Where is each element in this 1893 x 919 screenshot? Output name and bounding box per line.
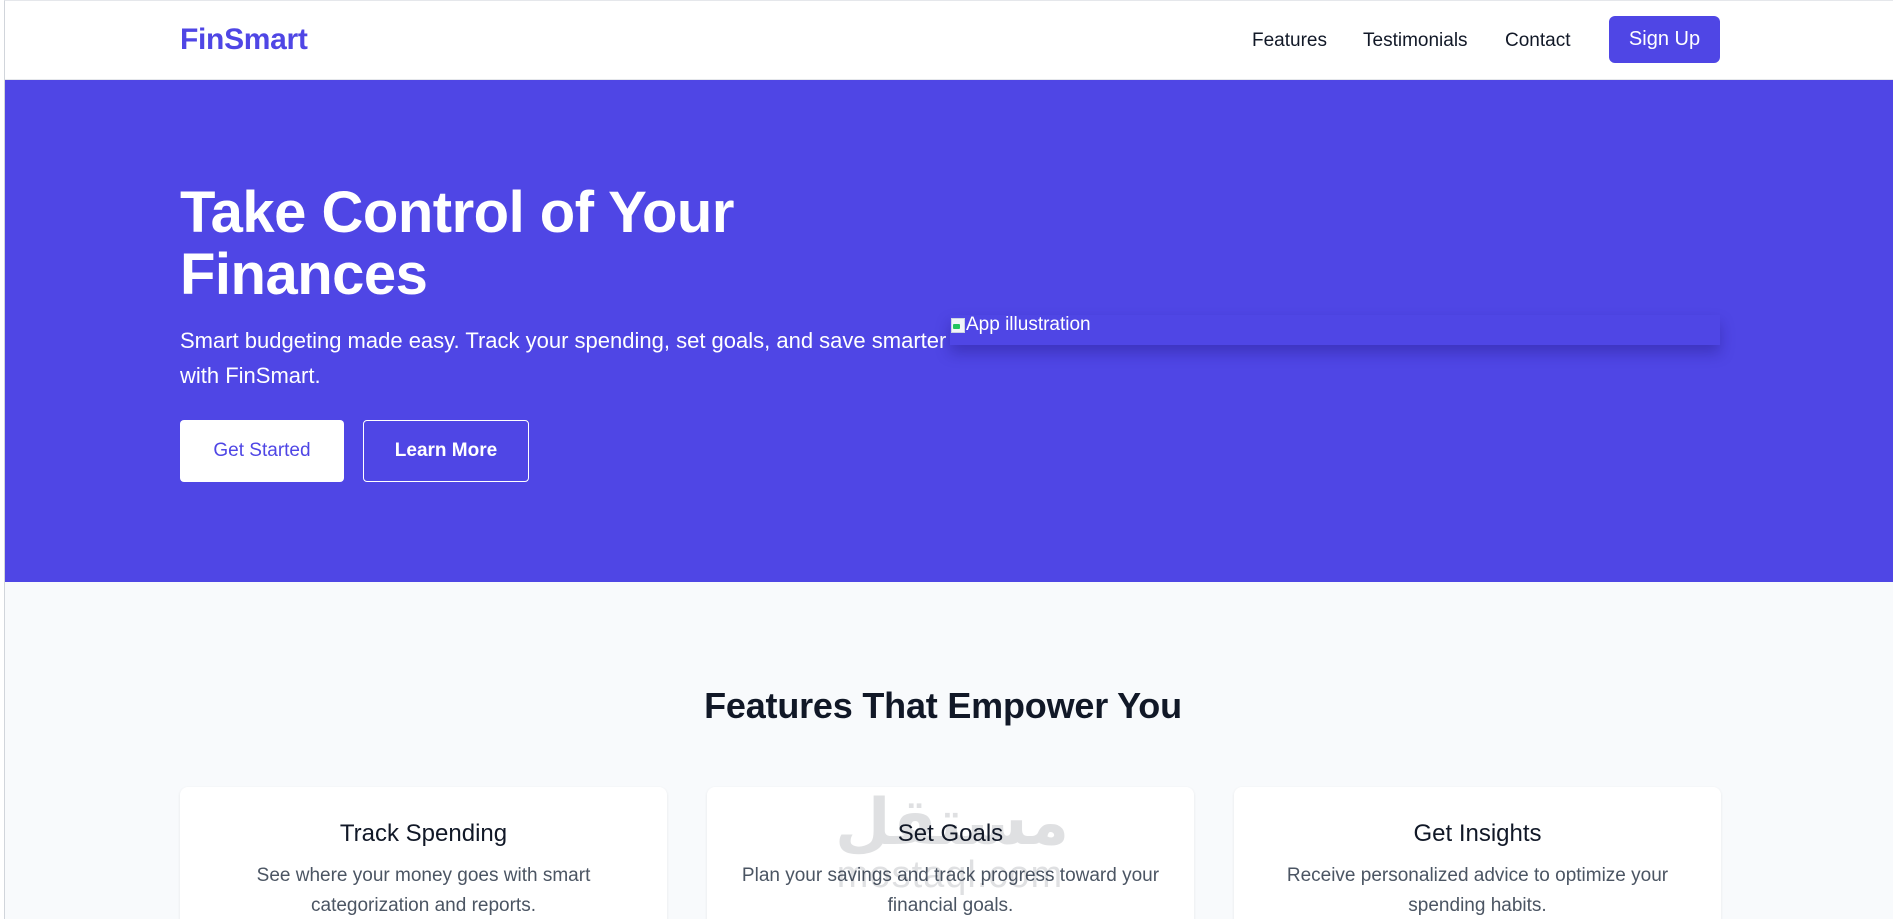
brand-logo[interactable]: FinSmart [180, 23, 308, 57]
hero-title: Take Control of Your Finances [180, 180, 734, 307]
nav-link-testimonials[interactable]: Testimonials [1363, 30, 1468, 52]
features-heading: Features That Empower You [5, 685, 1893, 727]
feature-card-get-insights: Get Insights Receive personalized advice… [1234, 787, 1721, 919]
app-illustration-image: App illustration [950, 315, 1720, 345]
page: FinSmart Features Testimonials Contact S… [4, 0, 1893, 919]
feature-card-text: Receive personalized advice to optimize … [1286, 865, 1669, 916]
feature-card-title: Track Spending [339, 820, 508, 847]
feature-card-title: Set Goals [897, 820, 1004, 847]
navbar: FinSmart Features Testimonials Contact S… [5, 1, 1893, 80]
image-alt-text: App illustration [966, 314, 1091, 335]
nav-link-contact[interactable]: Contact [1505, 30, 1570, 52]
hero-section: Take Control of Your Finances Smart budg… [5, 80, 1893, 582]
feature-card-title: Get Insights [1413, 820, 1542, 847]
sign-up-button[interactable]: Sign Up [1609, 16, 1720, 63]
nav-link-features[interactable]: Features [1252, 30, 1327, 52]
feature-card-text: Plan your savings and track progress tow… [741, 865, 1160, 916]
feature-card-track-spending: Track Spending See where your money goes… [180, 787, 667, 919]
features-section: Features That Empower You Track Spending… [5, 582, 1893, 919]
hero-subtitle: Smart budgeting made easy. Track your sp… [180, 328, 947, 388]
features-heading-text: Features That Empower You [704, 685, 1182, 726]
broken-image-icon [950, 317, 966, 333]
feature-card-set-goals: Set Goals Plan your savings and track pr… [707, 787, 1194, 919]
learn-more-button[interactable]: Learn More [363, 420, 529, 482]
get-started-button[interactable]: Get Started [180, 420, 344, 482]
feature-card-text: See where your money goes with smart cat… [256, 865, 591, 916]
